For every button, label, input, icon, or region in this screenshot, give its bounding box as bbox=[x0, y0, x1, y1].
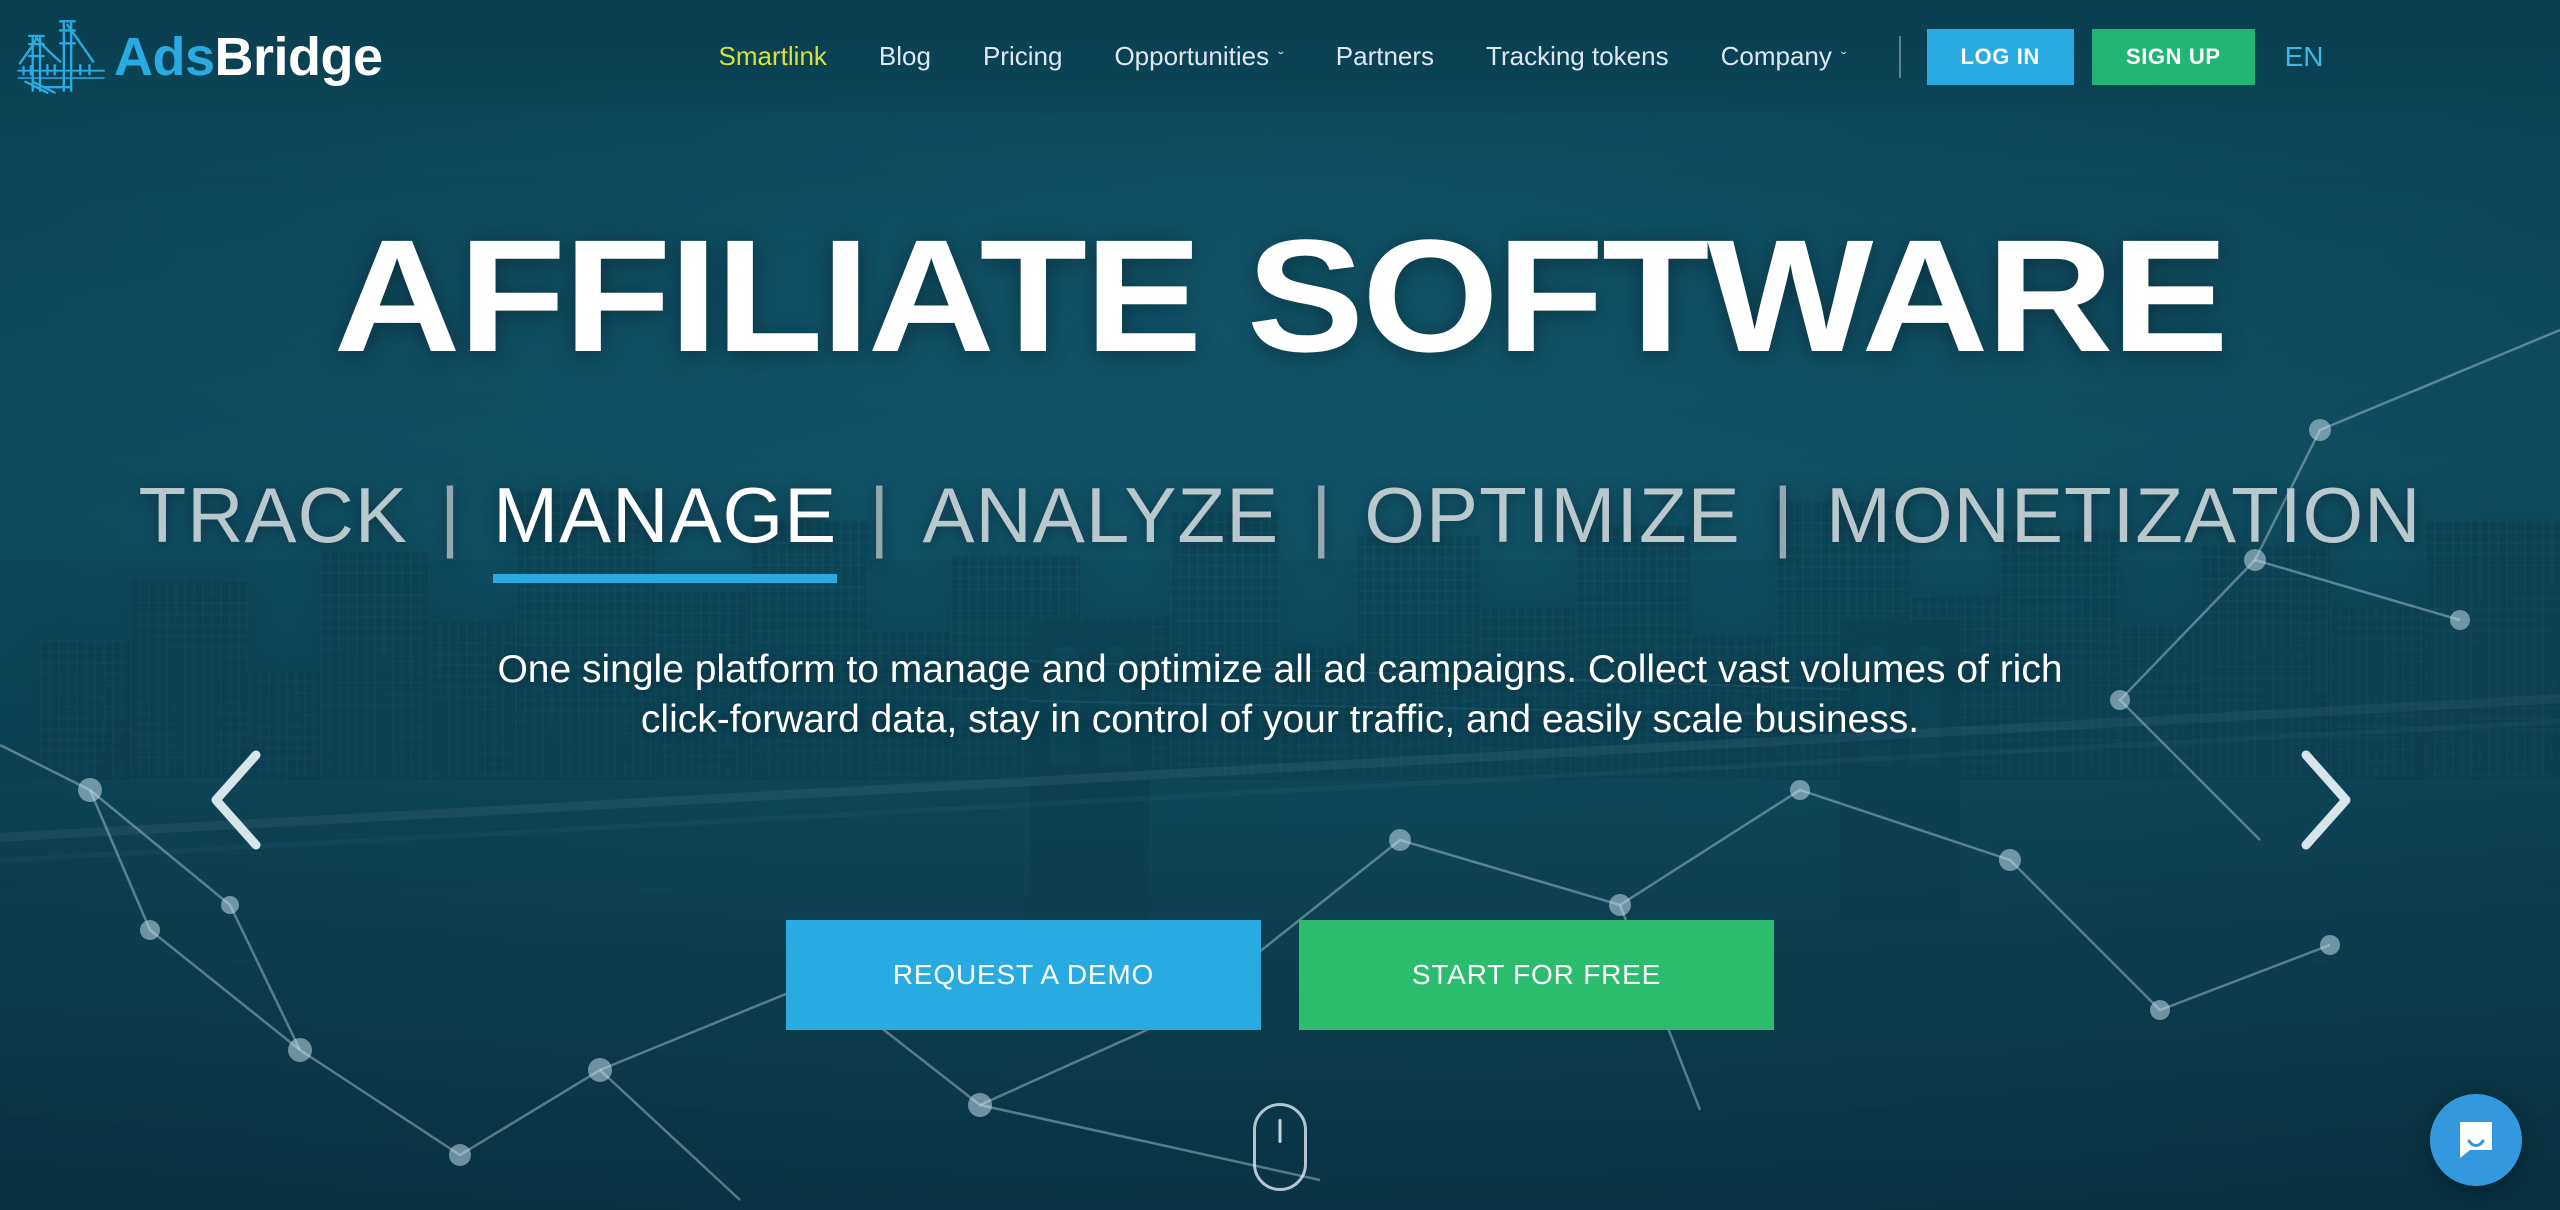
page-title: AFFILIATE SOFTWARE bbox=[333, 206, 2229, 385]
carousel-next-button[interactable] bbox=[2280, 735, 2370, 865]
site-header: AdsBridge Smartlink Blog Pricing Opportu… bbox=[0, 0, 2560, 113]
language-switcher[interactable]: EN bbox=[2285, 41, 2324, 73]
carousel-prev-button[interactable] bbox=[190, 735, 280, 865]
nav-label: Smartlink bbox=[718, 41, 827, 71]
signup-button[interactable]: SIGN UP bbox=[2091, 28, 2255, 85]
keyword-separator: | bbox=[439, 471, 462, 559]
keyword-optimize[interactable]: OPTIMIZE bbox=[1362, 470, 1742, 561]
keyword-separator: | bbox=[1311, 471, 1333, 559]
nav-item-pricing[interactable]: Pricing bbox=[957, 41, 1088, 72]
keyword-manage[interactable]: MANAGE bbox=[491, 470, 839, 583]
start-for-free-button[interactable]: START FOR FREE bbox=[1299, 920, 1774, 1030]
logo-text-primary: Ads bbox=[114, 26, 215, 87]
nav-label: Pricing bbox=[982, 41, 1063, 71]
chevron-left-icon bbox=[211, 750, 261, 850]
hero-page: AdsBridge Smartlink Blog Pricing Opportu… bbox=[0, 0, 2560, 1210]
login-button[interactable]: LOG IN bbox=[1926, 28, 2074, 85]
chat-bubble-icon bbox=[2460, 1122, 2492, 1158]
main-navigation: Smartlink Blog Pricing Opportunities ˇ P… bbox=[693, 41, 1873, 72]
keyword-separator: | bbox=[1772, 471, 1794, 559]
hero-keyword-row: TRACK | MANAGE | ANALYZE | OPTIMIZE | MO… bbox=[0, 470, 2560, 583]
keyword-analyze[interactable]: ANALYZE bbox=[920, 470, 1281, 561]
nav-label: Blog bbox=[878, 41, 931, 71]
hero-cta-row: REQUEST A DEMO START FOR FREE bbox=[0, 920, 2560, 1030]
nav-item-partners[interactable]: Partners bbox=[1310, 41, 1460, 72]
chevron-down-icon: ˇ bbox=[1278, 48, 1284, 68]
nav-label: Partners bbox=[1335, 41, 1435, 71]
nav-item-opportunities[interactable]: Opportunities ˇ bbox=[1088, 41, 1309, 72]
nav-item-smartlink[interactable]: Smartlink bbox=[693, 41, 853, 72]
logo-text: AdsBridge bbox=[114, 30, 383, 84]
request-demo-button[interactable]: REQUEST A DEMO bbox=[786, 920, 1261, 1030]
keyword-monetization[interactable]: MONETIZATION bbox=[1824, 470, 2424, 561]
nav-item-tracking-tokens[interactable]: Tracking tokens bbox=[1460, 41, 1695, 72]
keyword-track[interactable]: TRACK bbox=[136, 470, 409, 561]
chevron-right-icon bbox=[2301, 750, 2351, 850]
keyword-separator: | bbox=[869, 471, 891, 559]
nav-item-company[interactable]: Company ˇ bbox=[1695, 41, 1873, 72]
nav-label: Tracking tokens bbox=[1486, 41, 1669, 71]
bridge-logo-icon bbox=[17, 19, 105, 94]
scroll-mouse-icon[interactable] bbox=[1253, 1103, 1307, 1191]
logo-text-secondary: Bridge bbox=[214, 26, 384, 87]
hero-content: AFFILIATE SOFTWARE TRACK | MANAGE | ANAL… bbox=[0, 0, 2560, 1210]
nav-label: Opportunities bbox=[1114, 41, 1270, 71]
chevron-down-icon: ˇ bbox=[1840, 48, 1847, 68]
hero-description: One single platform to manage and optimi… bbox=[497, 648, 2063, 741]
nav-label: Company bbox=[1720, 41, 1832, 71]
logo[interactable]: AdsBridge bbox=[16, 14, 383, 100]
header-divider bbox=[1898, 35, 1901, 78]
chat-widget-button[interactable] bbox=[2430, 1094, 2522, 1186]
nav-item-blog[interactable]: Blog bbox=[853, 41, 957, 72]
